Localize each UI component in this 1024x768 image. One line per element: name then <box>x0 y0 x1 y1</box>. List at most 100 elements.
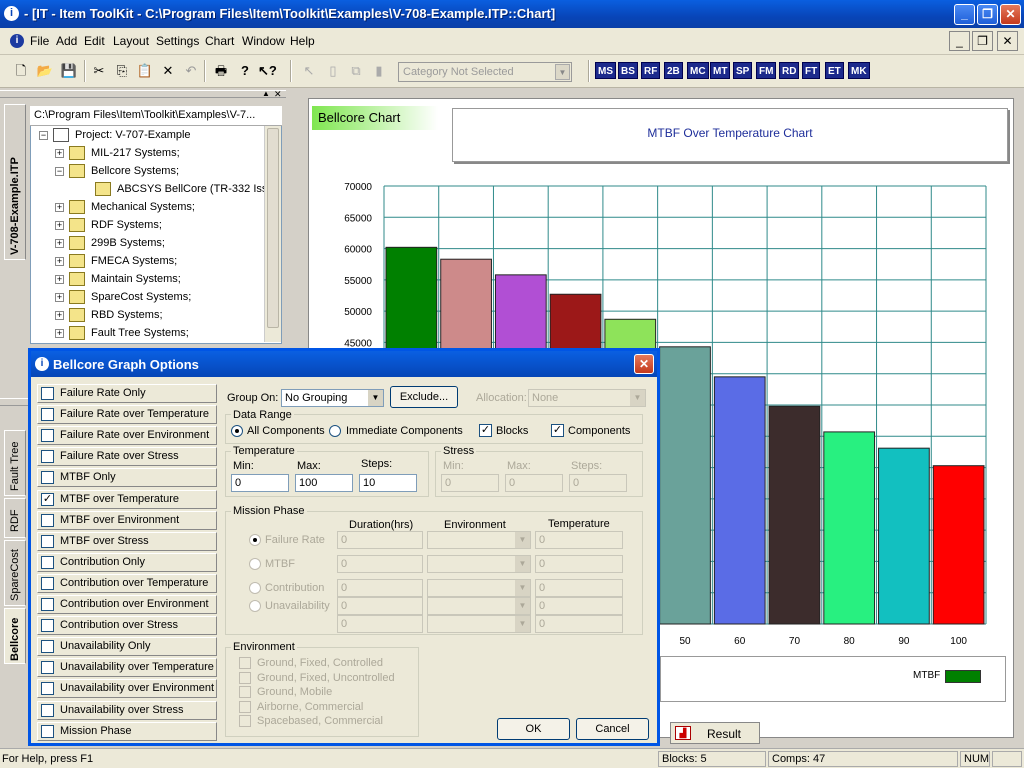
phase-temperature-input[interactable]: 0 <box>535 579 623 597</box>
component-icon[interactable]: ⧉ <box>347 62 365 80</box>
panel-close-icon[interactable]: ✕ <box>274 89 284 99</box>
graph-option-button[interactable]: ✓ MTBF over Temperature <box>37 489 217 509</box>
exclude-button[interactable]: Exclude... <box>390 386 458 408</box>
graph-option-checkbox[interactable] <box>41 429 54 443</box>
module-rd-button[interactable]: RD <box>779 62 800 79</box>
graph-option-button[interactable]: Failure Rate over Stress <box>37 447 217 467</box>
phase-temperature-input[interactable]: 0 <box>535 555 623 573</box>
tree-item[interactable]: + FMECA Systems; <box>31 253 281 271</box>
chevron-down-icon[interactable]: ▼ <box>555 64 570 80</box>
graph-option-button[interactable]: MTBF Only <box>37 468 217 488</box>
tree-item[interactable]: + SpareCost Systems; <box>31 289 281 307</box>
environment-select[interactable]: ▼ <box>427 579 531 597</box>
tree-item[interactable]: + Maintain Systems; <box>31 271 281 289</box>
expand-icon[interactable]: + <box>55 203 64 212</box>
context-help-icon[interactable]: ↖? <box>258 62 277 80</box>
minimize-button[interactable]: _ <box>954 4 975 25</box>
expand-icon[interactable]: + <box>55 149 64 158</box>
graph-option-checkbox[interactable] <box>41 471 54 485</box>
graph-option-button[interactable]: Failure Rate over Temperature <box>37 405 217 425</box>
phase-temperature-input[interactable]: 0 <box>535 531 623 549</box>
menu-layout[interactable]: Layout <box>113 34 149 48</box>
graph-option-button[interactable]: Unavailability over Environment <box>37 679 217 699</box>
temp-min-input[interactable]: 0 <box>231 474 289 492</box>
menu-chart[interactable]: Chart <box>205 34 234 48</box>
menu-window[interactable]: Window <box>242 34 285 48</box>
tab-rdf[interactable]: RDF <box>4 498 26 538</box>
mdi-minimize-button[interactable]: _ <box>949 31 970 51</box>
graph-option-button[interactable]: Failure Rate over Environment <box>37 426 217 446</box>
result-tab[interactable]: ▟ Result <box>670 722 760 744</box>
module-2b-button[interactable]: 2B <box>664 62 683 79</box>
temp-max-input[interactable]: 100 <box>295 474 353 492</box>
graph-option-checkbox[interactable] <box>41 450 54 464</box>
graph-option-button[interactable]: Unavailability over Temperature <box>37 658 217 678</box>
module-et-button[interactable]: ET <box>825 62 844 79</box>
scroll-thumb[interactable] <box>267 128 279 328</box>
phase-temperature-input[interactable]: 0 <box>535 615 623 633</box>
graph-option-button[interactable]: Contribution over Temperature <box>37 573 217 593</box>
block-icon[interactable]: ▯ <box>324 62 342 80</box>
module-rf-button[interactable]: RF <box>641 62 661 79</box>
expand-icon[interactable]: + <box>55 329 64 338</box>
dialog-title-bar[interactable]: i Bellcore Graph Options ✕ <box>31 351 657 377</box>
module-mt-button[interactable]: MT <box>710 62 731 79</box>
help-icon[interactable]: ? <box>236 62 254 80</box>
cut-icon[interactable]: ✂ <box>90 62 108 80</box>
graph-option-checkbox[interactable] <box>41 387 54 400</box>
cancel-button[interactable]: Cancel <box>576 718 649 740</box>
paste-icon[interactable]: 📋 <box>136 62 154 80</box>
tree-scrollbar[interactable] <box>264 126 281 342</box>
graph-option-button[interactable]: Unavailability over Stress <box>37 700 217 720</box>
menu-add[interactable]: Add <box>56 34 77 48</box>
mdi-restore-button[interactable]: ❐ <box>972 31 993 51</box>
panel-collapse-icon[interactable]: ▲ <box>262 89 272 98</box>
chevron-down-icon[interactable]: ▼ <box>515 580 530 596</box>
graph-option-checkbox[interactable] <box>41 576 54 590</box>
graph-option-button[interactable]: MTBF over Stress <box>37 531 217 551</box>
module-bs-button[interactable]: BS <box>618 62 638 79</box>
chevron-down-icon[interactable]: ▼ <box>515 532 530 548</box>
part-icon[interactable]: ▮ <box>370 62 388 80</box>
mission-phase-radio[interactable] <box>249 558 261 570</box>
document-icon[interactable]: i <box>10 34 24 48</box>
graph-option-checkbox[interactable] <box>41 661 54 675</box>
graph-option-button[interactable]: Contribution over Environment <box>37 595 217 614</box>
environment-select[interactable]: ▼ <box>427 597 531 615</box>
chevron-down-icon[interactable]: ▼ <box>515 556 530 572</box>
stress-steps-input[interactable]: 0 <box>569 474 627 492</box>
graph-option-button[interactable]: Contribution Only <box>37 552 217 572</box>
expand-icon[interactable]: + <box>55 221 64 230</box>
chevron-down-icon[interactable]: ▼ <box>368 390 383 406</box>
graph-option-checkbox[interactable] <box>41 640 54 654</box>
graph-option-checkbox[interactable] <box>41 534 54 548</box>
module-mk-button[interactable]: MK <box>848 62 870 79</box>
collapse-icon[interactable]: − <box>55 167 64 176</box>
chevron-down-icon[interactable]: ▼ <box>515 616 530 632</box>
expand-icon[interactable]: + <box>55 293 64 302</box>
temp-steps-input[interactable]: 10 <box>359 474 417 492</box>
delete-icon[interactable]: ✕ <box>159 62 177 80</box>
copy-icon[interactable]: ⎘ <box>113 62 131 80</box>
graph-option-checkbox[interactable] <box>41 619 54 633</box>
module-mc-button[interactable]: MC <box>687 62 709 79</box>
tree-item[interactable]: − Bellcore Systems; <box>31 163 281 181</box>
expand-icon[interactable]: + <box>55 275 64 284</box>
tree-item[interactable]: + Fault Tree Systems; <box>31 325 281 343</box>
duration-input[interactable]: 0 <box>337 531 423 549</box>
environment-select[interactable]: ▼ <box>427 615 531 633</box>
immediate-components-radio[interactable] <box>329 425 341 437</box>
menu-help[interactable]: Help <box>290 34 315 48</box>
graph-option-button[interactable]: MTBF over Environment <box>37 510 217 530</box>
mission-phase-radio[interactable] <box>249 600 261 612</box>
environment-select[interactable]: ▼ <box>427 555 531 573</box>
graph-option-checkbox[interactable] <box>41 724 54 738</box>
graph-option-button[interactable]: Mission Phase <box>37 721 217 741</box>
environment-select[interactable]: ▼ <box>427 531 531 549</box>
environment-checkbox[interactable] <box>239 715 251 728</box>
graph-option-checkbox[interactable] <box>41 513 54 527</box>
components-checkbox[interactable]: ✓ <box>551 424 564 437</box>
ok-button[interactable]: OK <box>497 718 570 740</box>
panel-grip[interactable] <box>0 90 286 98</box>
tree-item[interactable]: + Mechanical Systems; <box>31 199 281 217</box>
